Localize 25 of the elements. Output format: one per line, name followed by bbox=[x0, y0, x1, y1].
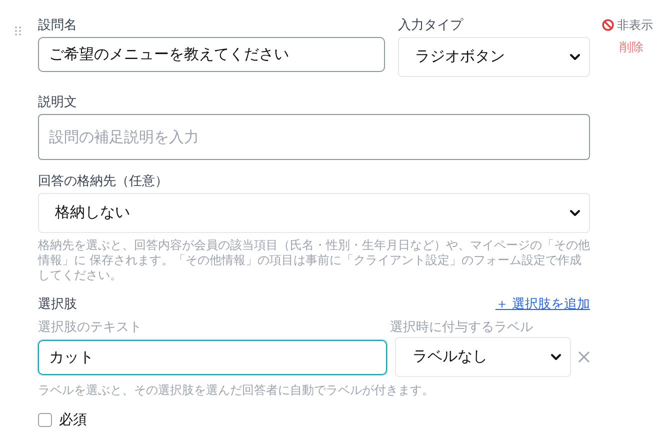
question-name-field[interactable]: ご希望のメニューを教えてください bbox=[38, 37, 385, 72]
field-label: 選択時に付与するラベル bbox=[390, 318, 533, 336]
chevron-down-icon bbox=[569, 51, 581, 63]
input-type-select[interactable]: ラジオボタン bbox=[398, 37, 590, 77]
field-label: 選択肢のテキスト bbox=[38, 318, 143, 336]
drag-handle-icon[interactable] bbox=[14, 26, 22, 36]
label-select[interactable]: ラベルなし bbox=[395, 337, 572, 377]
required-checkbox[interactable] bbox=[38, 412, 52, 426]
help-text: ラベルを選ぶと、その選択肢を選んだ回答者に自動でラベルが付きます。 bbox=[38, 383, 435, 398]
add-choice-link[interactable]: ＋ 選択肢を追加 bbox=[495, 295, 590, 313]
help-text: 格納先を選ぶと、回答内容が会員の該当項目（氏名・性別・生年月日など）や、マイページの「その他情報」に 保存されます。「その他情報」の項目は事前に「クライアント設定」のフォーム設定で作成してください。 bbox=[38, 238, 590, 283]
field-label: 選択肢 bbox=[38, 295, 77, 313]
field-label: 設問名 bbox=[38, 16, 78, 34]
field-label: 入力タイプ bbox=[398, 16, 464, 34]
close-icon[interactable] bbox=[578, 351, 590, 363]
chevron-down-icon bbox=[569, 207, 581, 219]
field-label: 説明文 bbox=[38, 93, 78, 111]
hide-button[interactable]: 非表示 bbox=[617, 16, 653, 34]
storage-select[interactable]: 格納しない bbox=[38, 193, 590, 233]
checkbox-label: 必須 bbox=[59, 410, 87, 429]
description-field[interactable]: 設問の補足説明を入力 bbox=[38, 114, 590, 160]
choice-text-field[interactable]: カット bbox=[38, 340, 388, 374]
field-label: 回答の格納先（任意） bbox=[38, 172, 169, 190]
chevron-down-icon bbox=[550, 351, 562, 363]
prohibited-icon bbox=[602, 19, 614, 31]
